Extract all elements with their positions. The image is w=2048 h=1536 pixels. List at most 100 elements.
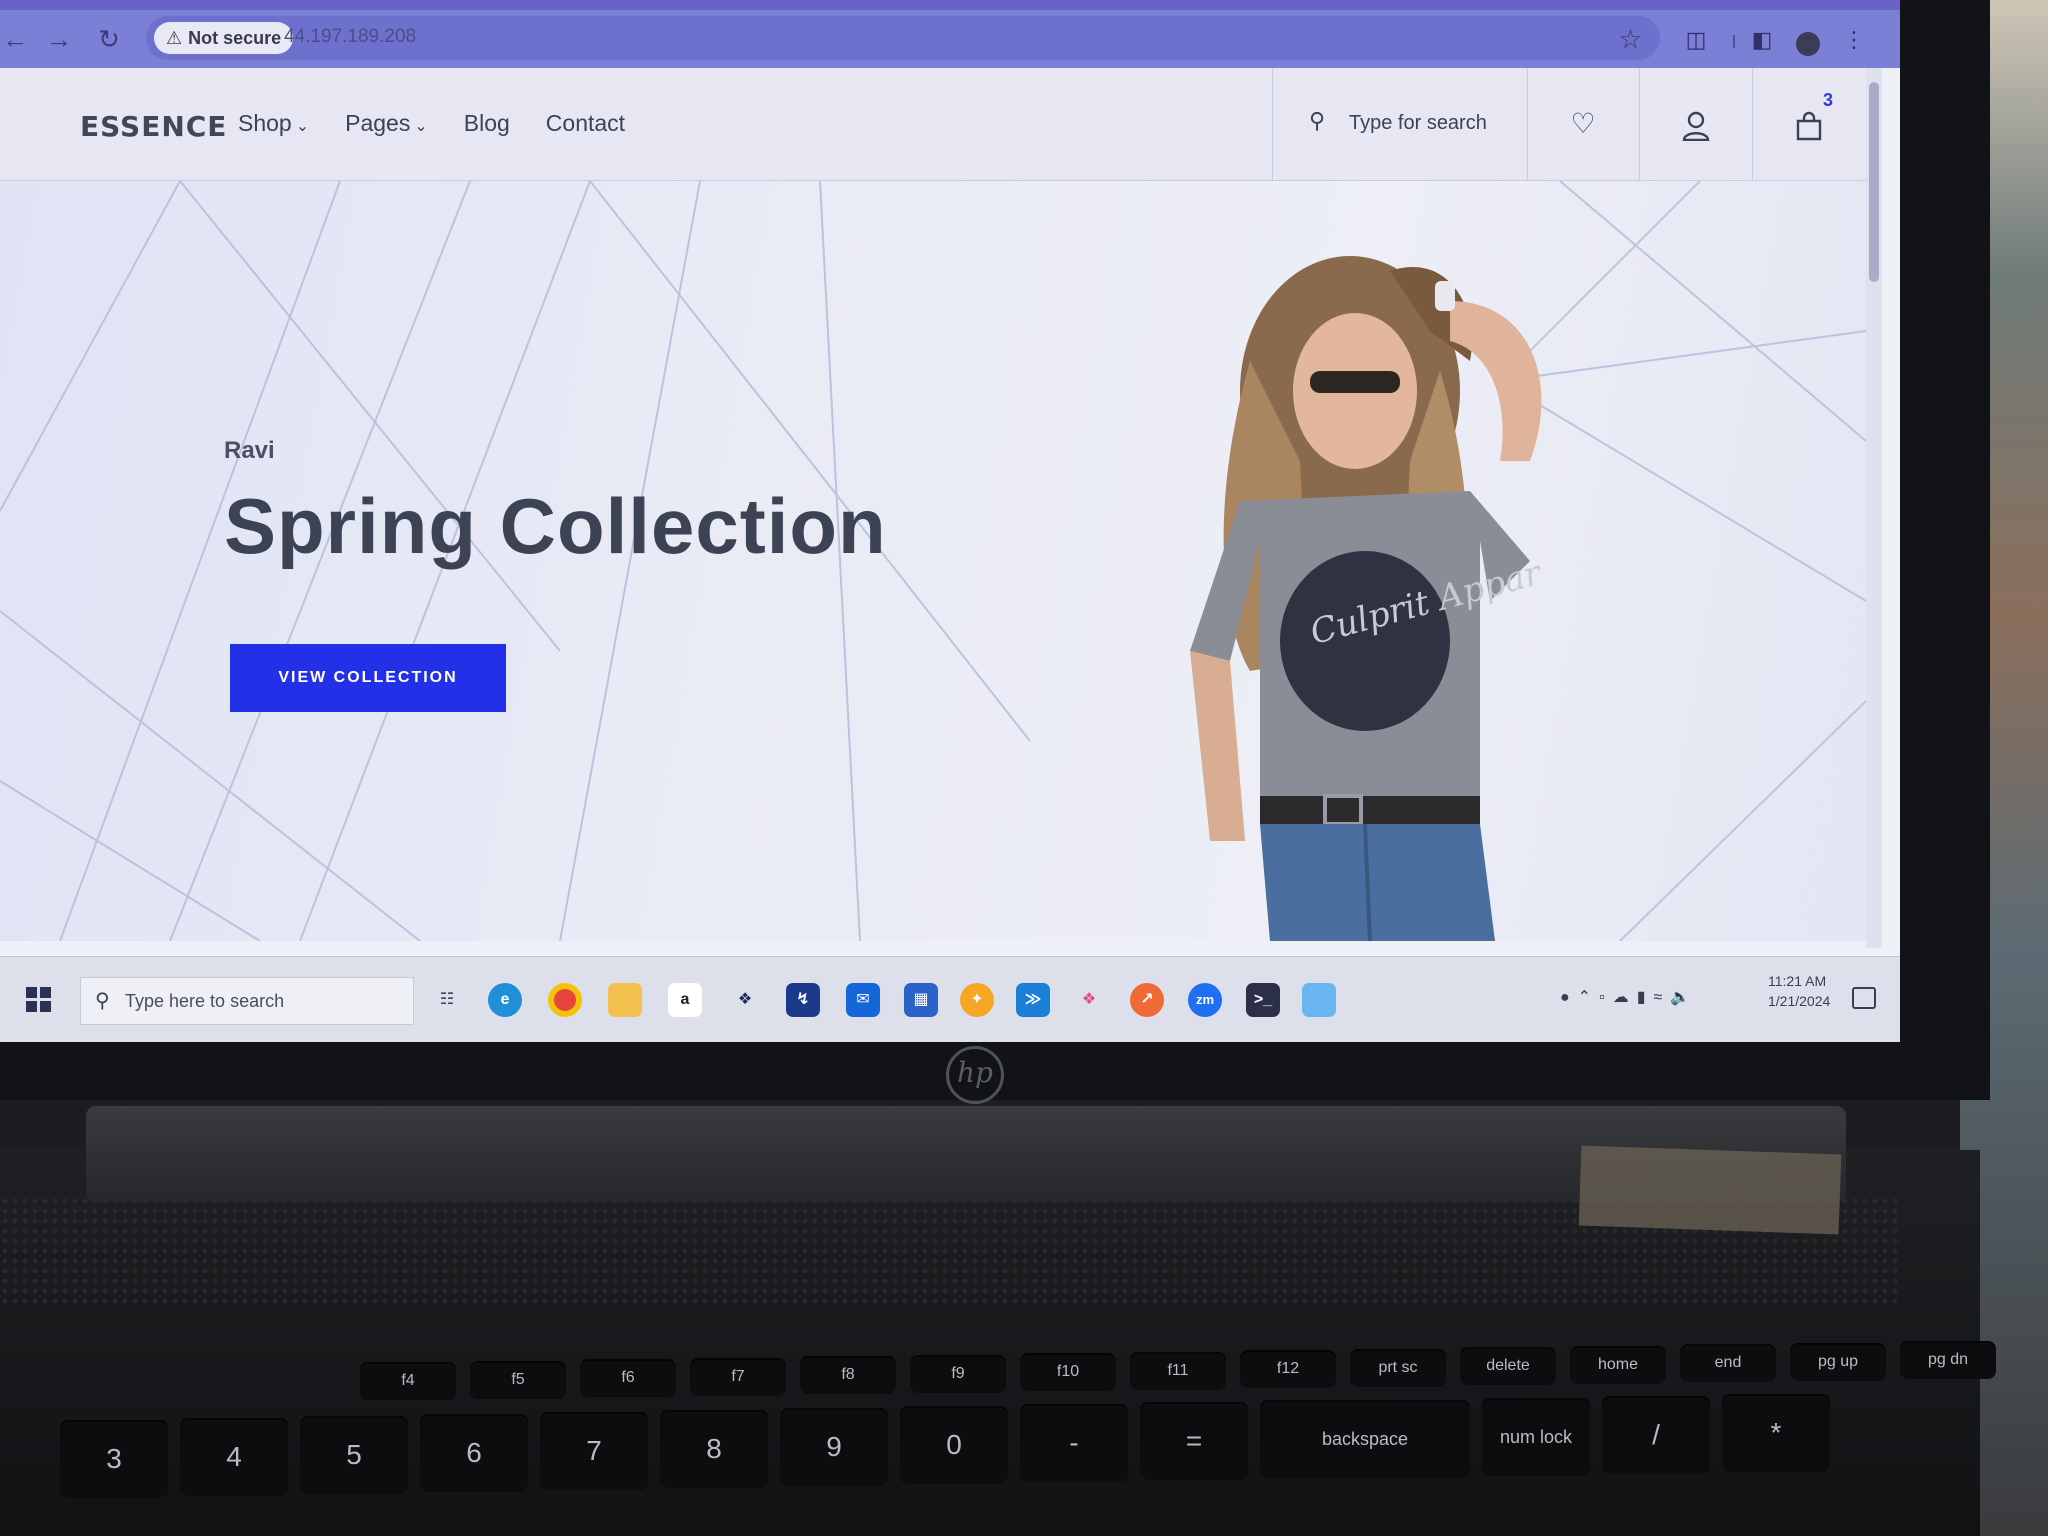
warning-icon: ⚠: [166, 28, 183, 48]
scrollbar-thumb[interactable]: [1869, 82, 1879, 282]
url-text[interactable]: 44.197.189.208: [284, 26, 416, 48]
keyboard-key[interactable]: pg up: [1790, 1342, 1886, 1381]
tape-on-laptop: [1578, 1145, 1842, 1235]
keyboard-key[interactable]: =: [1140, 1402, 1248, 1480]
dropbox-icon[interactable]: ❖: [728, 983, 762, 1017]
search-icon: ⚲: [95, 990, 110, 1012]
clock-date: 1/21/2024: [1768, 993, 1831, 1009]
security-chip[interactable]: ⚠ Not secure: [154, 22, 294, 54]
keyboard-key[interactable]: /: [1602, 1396, 1710, 1474]
main-menu: Shop ⌄ Pages ⌄ Blog Contact: [238, 110, 625, 137]
menu-item-label: Pages: [345, 110, 411, 136]
store-icon[interactable]: ▦: [904, 983, 938, 1017]
menu-item-label: Shop: [238, 110, 292, 136]
task-view-icon[interactable]: ☷: [430, 983, 464, 1017]
header-search: ⚲: [1272, 68, 1528, 180]
vscode-icon[interactable]: ≫: [1016, 983, 1050, 1017]
forward-arrow-icon[interactable]: →: [44, 24, 74, 54]
keyboard-key[interactable]: f10: [1020, 1353, 1116, 1391]
menu-item-shop[interactable]: Shop ⌄: [238, 110, 309, 137]
menu-item-blog[interactable]: Blog: [464, 110, 510, 137]
cart-button[interactable]: 3: [1753, 68, 1865, 180]
hero-kicker: Ravi: [224, 437, 275, 464]
reload-icon[interactable]: ↻: [94, 24, 124, 54]
site-logo[interactable]: ESSENCE: [80, 110, 227, 143]
keyboard-key[interactable]: end: [1680, 1344, 1776, 1382]
menu-item-contact[interactable]: Contact: [546, 110, 625, 137]
hero-title: Spring Collection: [224, 482, 887, 570]
chevron-down-icon: ⌄: [295, 118, 310, 135]
user-icon: [1682, 111, 1710, 141]
page-scrollbar[interactable]: [1866, 68, 1882, 948]
system-tray[interactable]: ●⌃▫☁▮≈🔈: [1560, 987, 1698, 1007]
keyboard-key[interactable]: f6: [580, 1359, 676, 1397]
shopping-bag-icon: [1796, 111, 1822, 140]
keyboard-key[interactable]: f7: [690, 1357, 786, 1396]
more-icon[interactable]: ⋮: [1840, 26, 1868, 54]
keyboard-key[interactable]: 7: [540, 1412, 648, 1490]
side-panel-icon[interactable]: ◧: [1748, 26, 1776, 54]
chrome-icon[interactable]: [548, 983, 582, 1017]
wishlist-heart-icon[interactable]: ♡: [1527, 68, 1640, 180]
keyboard-key[interactable]: pg dn: [1900, 1341, 1996, 1379]
taskbar-search[interactable]: ⚲ Type here to search: [80, 977, 414, 1025]
keyboard-key[interactable]: 6: [420, 1414, 528, 1492]
address-bar[interactable]: ⚠ Not secure 44.197.189.208 ☆: [146, 16, 1660, 60]
keyboard-key[interactable]: -: [1020, 1404, 1128, 1482]
clock-time: 11:21 AM: [1768, 973, 1827, 989]
app-icon[interactable]: ↗: [1130, 983, 1164, 1017]
site-header: ESSENCE Shop⌄ Pages⌄ Blog Contact ⚲ ♡ 3: [0, 68, 1866, 181]
keyboard-key[interactable]: f9: [910, 1354, 1006, 1393]
keyboard-key[interactable]: f4: [360, 1362, 456, 1400]
file-explorer-icon[interactable]: [608, 983, 642, 1017]
amazon-icon[interactable]: a: [668, 983, 702, 1017]
user-account-icon[interactable]: [1640, 68, 1753, 180]
windows-taskbar: ⚲ Type here to search ☷ e a ❖ ↯ ✉ ▦ ✦ ≫ …: [0, 956, 1900, 1042]
app-icon[interactable]: [1302, 983, 1336, 1017]
terminal-icon[interactable]: >_: [1246, 983, 1280, 1017]
edge-icon[interactable]: e: [488, 983, 522, 1017]
view-collection-button[interactable]: VIEW COLLECTION: [230, 644, 506, 712]
hero-model-image: Culprit Appar: [1190, 256, 1547, 941]
security-label: Not secure: [188, 28, 282, 48]
keyboard-key[interactable]: delete: [1460, 1347, 1556, 1385]
keyboard-key[interactable]: prt sc: [1350, 1348, 1446, 1387]
keyboard-key[interactable]: 8: [660, 1410, 768, 1488]
extensions-icon[interactable]: ◫: [1682, 26, 1710, 54]
keyboard-key[interactable]: 0: [900, 1406, 1008, 1484]
keyboard-key[interactable]: f5: [470, 1360, 566, 1399]
keyboard-key[interactable]: 5: [300, 1416, 408, 1494]
toolbar-divider: |: [1732, 32, 1736, 48]
keyboard-key[interactable]: f8: [800, 1356, 896, 1394]
keyboard-key[interactable]: num lock: [1482, 1398, 1590, 1476]
keyboard-key[interactable]: 9: [780, 1408, 888, 1486]
windows-start-icon[interactable]: [26, 987, 52, 1013]
keyboard-key[interactable]: 4: [180, 1418, 288, 1496]
chevron-down-icon: ⌄: [414, 118, 428, 135]
keyboard-key[interactable]: backspace: [1260, 1400, 1470, 1478]
search-input[interactable]: [1347, 106, 1521, 140]
keyboard-key[interactable]: f11: [1130, 1351, 1226, 1390]
cart-count-badge: 3: [1823, 90, 1834, 110]
app-icon[interactable]: ↯: [786, 983, 820, 1017]
menu-item-pages[interactable]: Pages ⌄: [345, 110, 428, 137]
taskbar-search-placeholder: Type here to search: [125, 991, 285, 1011]
profile-icon[interactable]: [1796, 32, 1820, 56]
app-icon[interactable]: ❖: [1072, 983, 1106, 1017]
keyboard-key[interactable]: 3: [60, 1420, 168, 1498]
hp-logo: hp: [946, 1046, 1004, 1104]
app-icon[interactable]: ✦: [960, 983, 994, 1017]
keyboard-key[interactable]: *: [1722, 1394, 1830, 1472]
star-icon[interactable]: ☆: [1619, 24, 1642, 55]
laptop-screen: ← → ↻ ⚠ Not secure 44.197.189.208 ☆ ◫ | ◧…: [0, 0, 1900, 1042]
zoom-icon[interactable]: zm: [1188, 983, 1222, 1017]
taskbar-clock[interactable]: 11:21 AM 1/21/2024: [1768, 971, 1830, 1011]
notification-icon[interactable]: [1852, 987, 1876, 1009]
back-arrow-icon[interactable]: ←: [0, 24, 30, 54]
keyboard-key[interactable]: f12: [1240, 1350, 1336, 1388]
mail-icon[interactable]: ✉: [846, 983, 880, 1017]
keyboard-key[interactable]: home: [1570, 1345, 1666, 1384]
search-icon[interactable]: ⚲: [1309, 108, 1325, 134]
browser-tabstrip: [0, 0, 1900, 10]
browser-toolbar: ← → ↻ ⚠ Not secure 44.197.189.208 ☆ ◫ | ◧…: [0, 10, 1900, 68]
